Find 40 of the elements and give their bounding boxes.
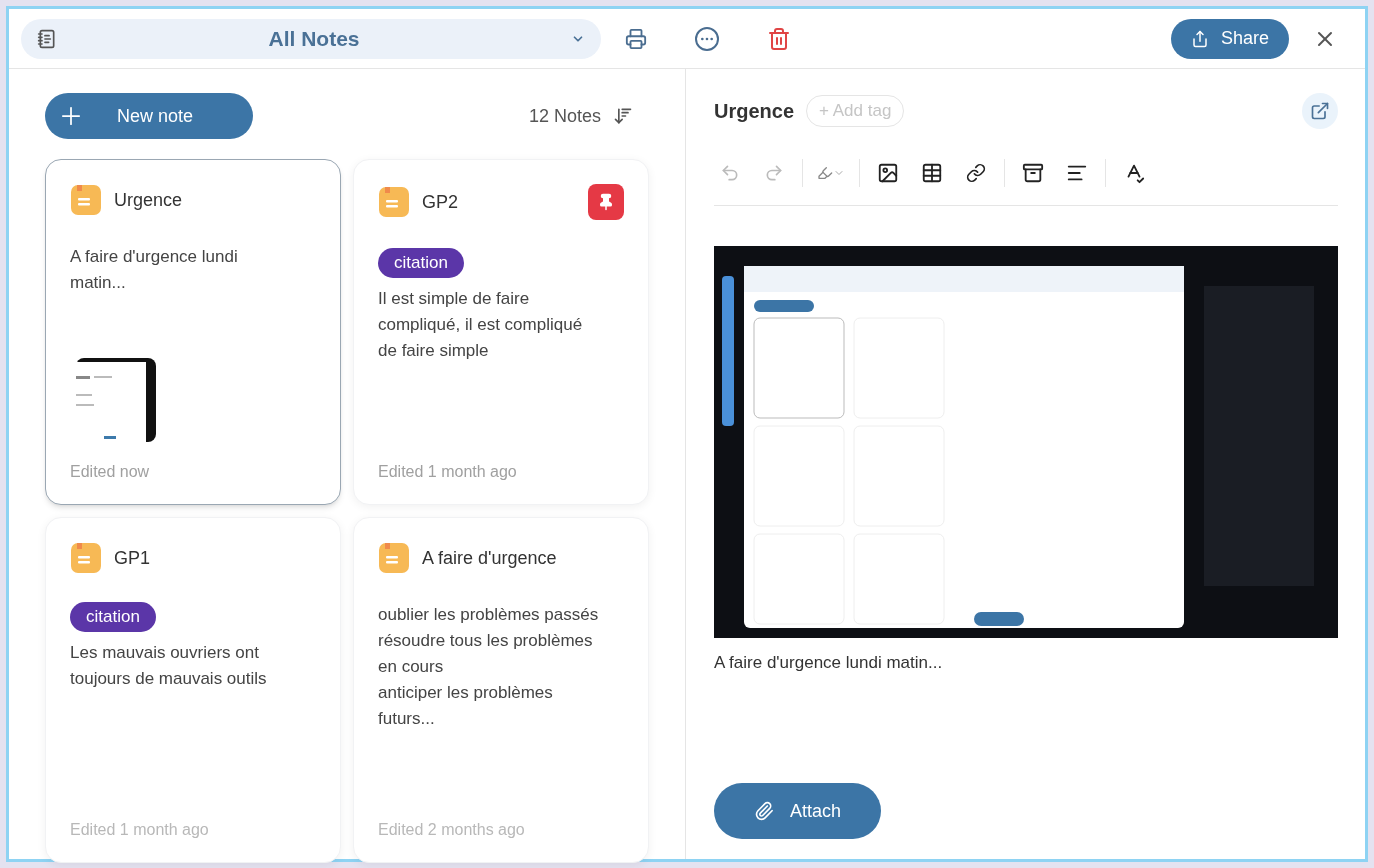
more-icon[interactable] [695, 26, 719, 51]
new-note-button[interactable]: New note [45, 93, 253, 139]
note-title: A faire d'urgence [422, 546, 558, 570]
note-icon [70, 184, 102, 216]
note-count: 12 Notes [528, 104, 601, 128]
note-preview: anticiper les problèmes futurs... [378, 682, 554, 730]
note-title: GP2 [422, 190, 460, 214]
share-button[interactable]: Share [1170, 18, 1289, 59]
open-external-button[interactable] [1302, 93, 1338, 129]
trash-icon[interactable] [767, 26, 791, 51]
note-preview: A faire d'urgence lundi matin... [70, 246, 239, 294]
pin-icon[interactable] [588, 184, 624, 220]
share-icon [1190, 29, 1209, 48]
note-icon [378, 542, 410, 574]
edited-time: Edited 2 months ago [378, 820, 526, 840]
note-card[interactable]: A faire d'urgence oublier les problèmes passés résoudre tous les problèmes en cours anticiper les problèmes futurs... Edited 2 months ago [353, 517, 649, 863]
note-card[interactable]: Urgence A faire d'urgence lundi matin... Edited now [45, 159, 341, 505]
print-icon[interactable] [625, 27, 647, 50]
view-selector[interactable]: All Notes [21, 18, 601, 59]
tag-chip: citation [70, 602, 156, 632]
note-preview: Il est simple de faire compliqué, il est compliqué de faire simple [378, 287, 584, 362]
note-card[interactable]: GP2 citation Il est simple de faire compliqué, il est compliqué de faire simple Edited 1 month ago [353, 159, 649, 505]
note-preview: oublier les problèmes passés [378, 604, 600, 626]
sort-icon[interactable] [613, 106, 633, 126]
editor-title: Urgence [714, 99, 795, 124]
edited-time: Edited 1 month ago [70, 820, 210, 840]
note-icon [378, 186, 410, 218]
tag-chip: citation [378, 248, 464, 278]
editor-content: A faire d'urgence lundi matin... [714, 652, 944, 674]
note-preview: Les mauvais ouvriers ont toujours de mauvais outils [70, 641, 268, 690]
edited-time: Edited now [70, 462, 151, 482]
note-card[interactable]: GP1 citation Les mauvais ouvriers ont toujours de mauvais outils Edited 1 month ago [45, 517, 341, 863]
note-title: Urgence [114, 188, 184, 212]
notebook-icon [37, 28, 57, 49]
paperclip-icon [754, 801, 774, 821]
edited-time: Edited 1 month ago [378, 462, 518, 482]
attach-button[interactable]: Attach [714, 783, 882, 839]
note-icon [70, 542, 102, 574]
note-title: GP1 [114, 546, 152, 570]
external-link-icon [1310, 101, 1330, 121]
